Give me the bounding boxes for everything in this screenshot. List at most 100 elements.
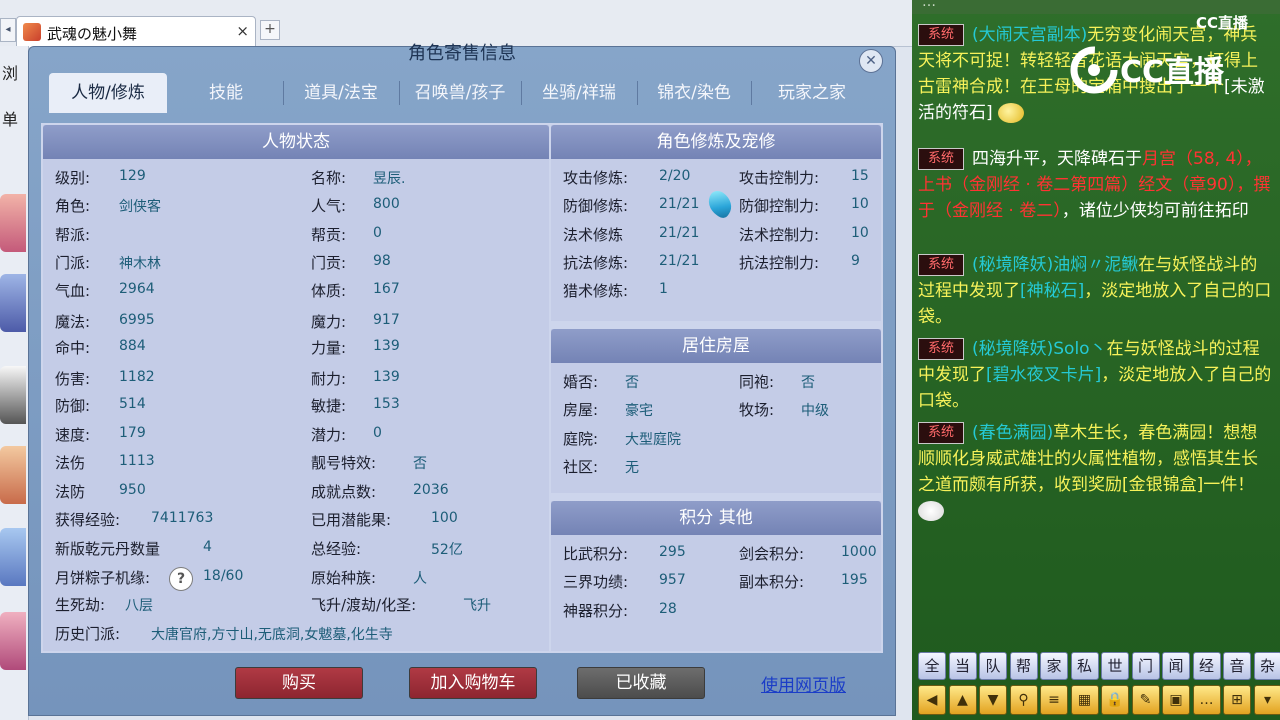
stat-label: 帮贡: bbox=[311, 226, 347, 244]
web-version-link[interactable]: 使用网页版 bbox=[761, 671, 846, 696]
buy-button[interactable]: 购买 bbox=[235, 667, 363, 699]
points-value: 1000 bbox=[841, 544, 877, 560]
stat-label: 耐力: bbox=[311, 370, 347, 388]
stat-label: 敏捷: bbox=[311, 397, 347, 415]
tab-player-home[interactable]: 玩家之家 bbox=[753, 73, 871, 113]
player-name[interactable]: 油焖〃泥鳅 bbox=[1053, 255, 1138, 275]
chat-tool-icon[interactable]: … bbox=[1192, 685, 1221, 715]
stat-value: 52亿 bbox=[431, 542, 463, 558]
tab-items[interactable]: 道具/法宝 bbox=[285, 73, 397, 113]
system-badge: 系统 bbox=[918, 338, 964, 360]
message-tail: ，诸位少侠均可前往拓印 bbox=[1061, 201, 1249, 221]
tab-close-icon[interactable]: × bbox=[236, 22, 249, 40]
residence-value: 无 bbox=[625, 460, 639, 476]
stat-label: 体质: bbox=[311, 282, 347, 300]
points-value: 957 bbox=[659, 572, 686, 588]
character-sale-window: 角色寄售信息 ✕ 人物/修炼 技能 道具/法宝 召唤兽/孩子 坐骑/祥瑞 锦衣/… bbox=[28, 43, 896, 716]
close-icon[interactable]: ✕ bbox=[859, 49, 883, 73]
category-tabs: 人物/修炼 技能 道具/法宝 召唤兽/孩子 坐骑/祥瑞 锦衣/染色 玩家之家 bbox=[49, 73, 879, 113]
avatar[interactable] bbox=[0, 366, 26, 424]
channel-button[interactable]: 帮 bbox=[1009, 652, 1038, 680]
avatar[interactable] bbox=[0, 194, 26, 252]
cultivation-value: 2/20 bbox=[659, 168, 691, 184]
stat-value: 2036 bbox=[413, 482, 449, 498]
tab-summons[interactable]: 召唤兽/孩子 bbox=[401, 73, 519, 113]
avatar[interactable] bbox=[0, 612, 26, 670]
cultivation-label: 防御修炼: bbox=[563, 197, 629, 215]
character-status-section: 人物状态 级别: 129 角色: 剑侠客 帮派: 门派: 神木林 气血: 2964 魔法: 6995… bbox=[43, 125, 549, 651]
chat-tool-icon[interactable]: ⚲ bbox=[1009, 685, 1038, 715]
stat-label: 人气: bbox=[311, 197, 347, 215]
chat-tool-icon[interactable]: ▼ bbox=[979, 685, 1007, 715]
pointer-cursor-icon bbox=[703, 187, 737, 221]
new-tab-button[interactable]: + bbox=[260, 20, 280, 40]
stat-value: 1113 bbox=[119, 453, 155, 469]
section-heading: 角色修炼及宠修 bbox=[551, 125, 881, 159]
residence-value: 否 bbox=[625, 375, 639, 391]
channel-button[interactable]: 门 bbox=[1131, 652, 1160, 680]
channel-button[interactable]: 队 bbox=[979, 652, 1007, 680]
chat-message: 系统 (秘境降妖)Solo丶在与妖怪战斗的过程中发现了[碧水夜叉卡片]，淡定地放入… bbox=[918, 336, 1274, 414]
residence-label: 庭院: bbox=[563, 430, 599, 448]
residence-section: 居住房屋 婚否: 否 同袍: 否房屋: 豪宅 牧场: 中级 庭院: 大型庭院 社区: 无 bbox=[551, 329, 881, 493]
stat-label: 魔法: bbox=[55, 313, 91, 331]
chat-tool-icon[interactable]: ✎ bbox=[1131, 685, 1160, 715]
chat-tool-icon[interactable]: ▲ bbox=[948, 685, 977, 715]
tab-divider bbox=[283, 81, 284, 105]
points-value: 295 bbox=[659, 544, 686, 560]
stat-value: 917 bbox=[373, 312, 400, 328]
chat-message: 系统 (秘境降妖)油焖〃泥鳅在与妖怪战斗的过程中发现了[神秘石]，淡定地放入了自己… bbox=[918, 252, 1274, 330]
stat-label: 命中: bbox=[55, 339, 91, 357]
chat-tool-icon[interactable]: ◀ bbox=[918, 685, 946, 715]
help-icon[interactable]: ? bbox=[169, 567, 193, 591]
chat-tool-icon[interactable]: ⊞ bbox=[1223, 685, 1251, 715]
channel-button[interactable]: 家 bbox=[1040, 652, 1068, 680]
info-panel: 人物状态 级别: 129 角色: 剑侠客 帮派: 门派: 神木林 气血: 2964 魔法: 6995… bbox=[41, 123, 883, 653]
message-prefix: (秘境降妖) bbox=[972, 255, 1054, 275]
channel-button[interactable]: 杂 bbox=[1253, 652, 1280, 680]
message-item[interactable]: [金银锦盒] bbox=[1122, 475, 1203, 495]
chat-tool-icon[interactable]: ▣ bbox=[1162, 685, 1190, 715]
channel-button[interactable]: 音 bbox=[1223, 652, 1251, 680]
stat-label: 防御: bbox=[55, 397, 91, 415]
side-label-browse: 浏 bbox=[2, 64, 19, 83]
tab-divider bbox=[751, 81, 752, 105]
player-name[interactable]: Solo丶 bbox=[1053, 339, 1106, 359]
side-label-single: 单 bbox=[2, 110, 19, 129]
message-item[interactable]: [碧水夜叉卡片] bbox=[986, 365, 1101, 385]
favorited-button[interactable]: 已收藏 bbox=[577, 667, 705, 699]
chat-tool-icon[interactable]: 🔒 bbox=[1101, 685, 1129, 715]
points-label: 三界功绩: bbox=[563, 573, 629, 591]
channel-button[interactable]: 经 bbox=[1192, 652, 1221, 680]
avatar[interactable] bbox=[0, 274, 26, 332]
control-label: 抗法控制力: bbox=[739, 254, 820, 272]
system-badge: 系统 bbox=[918, 148, 964, 170]
avatar[interactable] bbox=[0, 446, 26, 504]
residence-label: 婚否: bbox=[563, 373, 599, 391]
chat-tool-icon[interactable]: ▾ bbox=[1253, 685, 1280, 715]
stat-value: 139 bbox=[373, 369, 400, 385]
chat-tool-icon[interactable]: ▦ bbox=[1070, 685, 1099, 715]
logo-text: CC直播 bbox=[1120, 55, 1225, 90]
avatar[interactable] bbox=[0, 528, 26, 586]
channel-button[interactable]: 闻 bbox=[1162, 652, 1190, 680]
tab-skills[interactable]: 技能 bbox=[171, 73, 281, 113]
channel-button[interactable]: 全 bbox=[918, 652, 946, 680]
stat-value: 0 bbox=[373, 225, 382, 241]
tab-character[interactable]: 人物/修炼 bbox=[49, 73, 167, 113]
channel-button[interactable]: 私 bbox=[1070, 652, 1099, 680]
residence-value: 中级 bbox=[801, 403, 829, 419]
stat-label: 角色: bbox=[55, 197, 91, 215]
channel-button[interactable]: 世 bbox=[1101, 652, 1129, 680]
stat-value: 4 bbox=[203, 539, 212, 555]
tab-scroll-left-button[interactable]: ◂ bbox=[0, 18, 16, 42]
tab-costumes[interactable]: 锦衣/染色 bbox=[639, 73, 749, 113]
chat-tool-icon[interactable]: ≡ bbox=[1040, 685, 1068, 715]
tab-mounts[interactable]: 坐骑/祥瑞 bbox=[523, 73, 635, 113]
stat-label: 力量: bbox=[311, 339, 347, 357]
smiley-emoji-icon bbox=[998, 103, 1025, 123]
message-item[interactable]: [神秘石] bbox=[1020, 281, 1084, 301]
stat-value: 800 bbox=[373, 196, 400, 212]
add-to-cart-button[interactable]: 加入购物车 bbox=[409, 667, 537, 699]
channel-button[interactable]: 当 bbox=[948, 652, 977, 680]
